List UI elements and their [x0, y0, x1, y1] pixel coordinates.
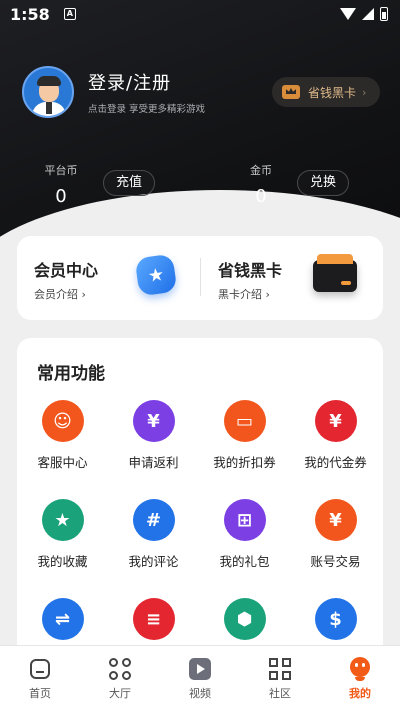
function-item[interactable]: ¥ 申请返利 [108, 400, 199, 471]
crown-icon [282, 85, 300, 99]
platform-coin-value: 0 [55, 186, 67, 207]
chevron-right-icon: › [362, 85, 367, 99]
black-card-intro-link[interactable]: 黑卡介绍 › [218, 286, 270, 302]
gold-coin: 金币 0 [244, 162, 278, 207]
tab-profile[interactable]: 我的 [320, 646, 400, 711]
function-label: 客服中心 [37, 455, 88, 470]
settings-icon: ⬢ [223, 598, 266, 640]
function-item[interactable]: ¥ 账号交易 [290, 499, 381, 570]
common-functions-panel: 常用功能 ☺ 客服中心 ¥ 申请返利 ▭ 我的折扣券 ¥ 我的代金券 ★ 我的收藏 # 我的评论 ⊞ 我的… [17, 338, 383, 658]
platform-coin-label: 平台币 [44, 164, 78, 177]
status-time: 1:58 [10, 4, 50, 24]
function-item[interactable]: ☺ 客服中心 [17, 400, 108, 471]
exchange-button[interactable]: 兑换 [297, 170, 350, 196]
function-item[interactable]: ★ 我的收藏 [17, 499, 108, 570]
video-icon [188, 657, 212, 681]
gift-icon: ⊞ [223, 499, 266, 541]
recharge-button[interactable]: 充值 [103, 170, 156, 196]
battery-icon [380, 7, 388, 21]
status-bar: 1:58 A [0, 0, 400, 28]
coins-icon: $ [314, 598, 357, 640]
gold-coin-value: 0 [255, 186, 267, 207]
signal-icon [362, 8, 374, 20]
comment-icon: # [132, 499, 175, 541]
bottom-tab-bar: 首页 大厅 视频 社区 我的 [0, 645, 400, 711]
black-card-title[interactable]: 省钱黑卡 [218, 257, 282, 281]
function-item[interactable]: ▭ 我的折扣券 [199, 400, 290, 471]
tab-label: 首页 [29, 687, 51, 700]
tab-community[interactable]: 社区 [240, 646, 320, 711]
member-star-icon[interactable]: ★ [134, 253, 178, 297]
vip-card-label: 省钱黑卡 [308, 85, 357, 100]
hall-icon [108, 657, 132, 681]
community-icon [268, 657, 292, 681]
coin-stack-icon: ≡ [132, 598, 175, 640]
tab-hall[interactable]: 大厅 [80, 646, 160, 711]
member-center-title[interactable]: 会员中心 [34, 257, 98, 281]
function-label: 我的折扣券 [213, 455, 276, 470]
tab-label: 我的 [349, 687, 371, 700]
money-bag-icon: ¥ [314, 499, 357, 541]
function-label: 我的代金券 [304, 455, 367, 470]
vip-card-button[interactable]: 省钱黑卡 › [272, 77, 380, 107]
home-icon [28, 657, 52, 681]
divider [200, 258, 201, 296]
discount-ticket-icon: ▭ [223, 400, 266, 442]
function-label: 我的评论 [128, 554, 179, 569]
platform-coin: 平台币 0 [44, 162, 78, 207]
app-notification-icon: A [63, 8, 76, 20]
function-item[interactable]: ⊞ 我的礼包 [199, 499, 290, 570]
function-label: 我的礼包 [219, 554, 270, 569]
login-subtitle: 点击登录 享受更多精彩游戏 [88, 104, 206, 115]
tab-label: 视频 [189, 687, 211, 700]
function-item[interactable]: ¥ 我的代金券 [290, 400, 381, 471]
profile-icon [348, 657, 372, 681]
voucher-icon: ¥ [314, 400, 357, 442]
star-icon: ★ [41, 499, 84, 541]
login-title[interactable]: 登录/注册 [88, 69, 205, 95]
function-label: 账号交易 [310, 554, 361, 569]
wallet-card-icon[interactable] [313, 254, 357, 292]
wifi-icon [340, 8, 356, 20]
function-label: 申请返利 [128, 455, 179, 470]
tab-label: 社区 [269, 687, 291, 700]
gold-coin-label: 金币 [250, 164, 272, 177]
transfer-icon: ⇌ [41, 598, 84, 640]
avatar[interactable] [22, 66, 74, 118]
tab-home[interactable]: 首页 [0, 646, 80, 711]
tab-video[interactable]: 视频 [160, 646, 240, 711]
login-profile[interactable]: 登录/注册 点击登录 享受更多精彩游戏 [22, 66, 205, 118]
function-item[interactable]: # 我的评论 [108, 499, 199, 570]
tab-label: 大厅 [109, 687, 131, 700]
section-title: 常用功能 [37, 364, 105, 384]
function-label: 我的收藏 [37, 554, 88, 569]
member-card: 会员中心 会员介绍 › ★ 省钱黑卡 黑卡介绍 › [17, 236, 383, 320]
headset-icon: ☺ [41, 400, 84, 442]
member-intro-link[interactable]: 会员介绍 › [34, 286, 86, 302]
rebate-icon: ¥ [132, 400, 175, 442]
